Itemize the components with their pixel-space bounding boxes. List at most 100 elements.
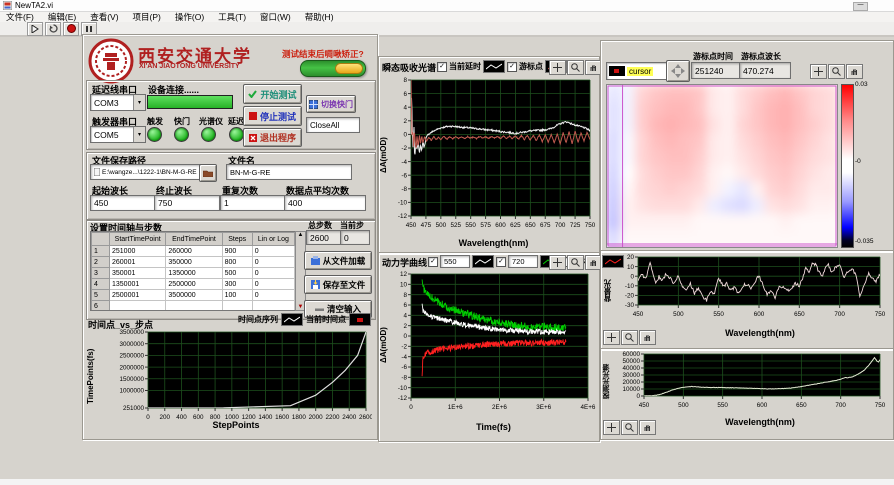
browse-folder-button[interactable] [199,164,217,182]
legend-timeseries-line-icon[interactable] [281,313,303,326]
svg-text:-6: -6 [401,172,407,179]
zoom-tool-icon[interactable] [567,60,584,75]
svg-text:-4: -4 [401,354,407,361]
folder-icon [203,169,213,177]
svg-text:60000: 60000 [622,351,640,358]
file-name-field[interactable]: BN-M-G-RE [226,164,352,180]
svg-text:650: 650 [794,311,805,318]
transient-spectrum-chart[interactable]: 450475500525550575600625650675700725750-… [391,76,596,238]
current-delay-label: 当前延时 [449,61,481,72]
stop-test-label: 停止测试 [260,110,296,123]
toggle-knob [335,63,363,74]
average-count-value: 400 [288,198,302,208]
time-table[interactable]: StartTimePointEndTimePointStepsLin or Lo… [90,231,296,311]
kinetics-550-line-icon[interactable] [472,255,494,268]
kinetics-chart[interactable]: 01E+62E+63E+64E+6-12-10-8-6-4-2024681012 [391,270,596,420]
minimize-button[interactable]: — [853,2,868,11]
save-path-value: E:\wangze...\1222-1\BN-M-G-RE [102,169,197,176]
save-icon [311,280,320,289]
svg-text:0: 0 [636,393,640,400]
save-to-file-button[interactable]: 保存至文件 [304,275,372,294]
transient-spectrum-palette [549,60,602,75]
cursor-point-checkbox[interactable]: ✓ [507,62,517,72]
kinetics-550-checkbox[interactable]: ✓ [428,257,438,267]
device-connect-progress [147,95,233,109]
toggle-shutter-button[interactable]: 切换快门 [306,95,356,113]
exit-program-button[interactable]: 退出程序 [243,128,302,147]
pan-tool-icon[interactable] [639,330,656,345]
repeat-count-field[interactable]: 1 [220,195,286,211]
crosshair-tool-icon[interactable] [549,255,566,270]
chirp-toggle[interactable] [300,60,366,77]
kinetics-ylabel: ΔA(mOD) [379,310,388,380]
svg-text:-30: -30 [625,302,635,309]
start-wavelength-field[interactable]: 450 [90,195,156,211]
probe-spectrum-chart[interactable]: 4505005506006507007500100002000030000400… [614,350,888,414]
average-count-field[interactable]: 400 [284,195,366,211]
svg-text:575: 575 [480,222,491,229]
exit-program-label: 退出程序 [260,131,296,144]
svg-text:0: 0 [403,132,407,139]
legend-timeseries-label: 时间点序列 [238,314,278,325]
timepoints-chart-legend: 时间点序列 当前时间点 [238,313,371,326]
current-delay-checkbox[interactable]: ✓ [437,62,447,72]
zoom-tool-icon[interactable] [828,64,845,79]
trigger-port-combo[interactable]: COM5 ▾ [90,126,146,143]
svg-text:4E+6: 4E+6 [581,404,596,411]
svg-text:750: 750 [875,311,886,318]
kinetics-550-field[interactable]: 550 [440,255,470,268]
table-vscrollbar[interactable]: ▲▼ [295,231,306,311]
svg-text:20000: 20000 [622,379,640,386]
trigger-port-value: COM5 [91,130,133,140]
crosshair-tool-icon[interactable] [603,420,620,435]
zoom-tool-icon[interactable] [621,420,638,435]
svg-text:450: 450 [633,311,644,318]
abort-button[interactable] [63,22,79,36]
delay-port-combo[interactable]: COM3 ▾ [90,94,146,111]
combo-arrow-icon[interactable]: ▾ [133,95,145,110]
zoom-tool-icon[interactable] [621,330,638,345]
svg-text:550: 550 [465,222,476,229]
kinetics-720-checkbox[interactable]: ✓ [496,257,506,267]
pan-tool-icon[interactable] [846,64,863,79]
timepoints-chart[interactable]: 0200400600800100012001400160018002000220… [100,328,372,430]
cursor-nav-button[interactable] [666,60,690,82]
run-button[interactable] [27,22,43,36]
current-delay-line-icon[interactable] [483,60,505,73]
svg-text:3E+6: 3E+6 [536,404,551,411]
load-from-file-button[interactable]: 从文件加载 [304,251,372,270]
crosshair-tool-icon[interactable] [549,60,566,75]
svg-text:750: 750 [875,402,886,409]
file-icon [94,168,100,176]
stop-test-button[interactable]: 停止测试 [243,106,302,126]
svg-text:-4: -4 [401,159,407,166]
led-label-trigger: 触发 [147,116,163,127]
combo-arrow-icon[interactable]: ▾ [133,127,145,142]
kinetics-title: 动力学曲线 [382,256,427,269]
svg-text:500: 500 [678,402,689,409]
end-wavelength-field[interactable]: 750 [154,195,220,211]
crosshair-tool-icon[interactable] [603,330,620,345]
kinetics-720-field[interactable]: 720 [508,255,538,268]
zoom-tool-icon[interactable] [567,255,584,270]
pan-tool-icon[interactable] [639,420,656,435]
delayline-led [229,127,244,142]
svg-text:0: 0 [403,333,407,340]
chirp-correction-label: 测试结束后啁啾矫正? [282,48,364,60]
university-name-en: XI'AN JIAOTONG UNIVERSITY [139,63,279,70]
save-path-field[interactable]: E:\wangze...\1222-1\BN-M-G-RE [90,164,204,180]
svg-text:750: 750 [585,222,596,229]
closeall-field[interactable]: CloseAll [306,117,360,133]
ta-heatmap[interactable] [606,84,838,248]
timepoints-xlabel: StepPoints [100,420,372,430]
colorbar [841,84,854,248]
svg-text:600: 600 [495,222,506,229]
cursor-legend[interactable]: cursor [606,62,668,80]
background-light-chart[interactable]: 450500550600650700750-30-20-1001020 [614,253,888,325]
crosshair-tool-icon[interactable] [810,64,827,79]
start-test-button[interactable]: 开始测试 [243,84,302,104]
svg-text:650: 650 [796,402,807,409]
run-continuous-button[interactable] [45,22,61,36]
legend-currentpoint-icon[interactable] [349,313,371,326]
svg-text:251000: 251000 [123,405,145,412]
